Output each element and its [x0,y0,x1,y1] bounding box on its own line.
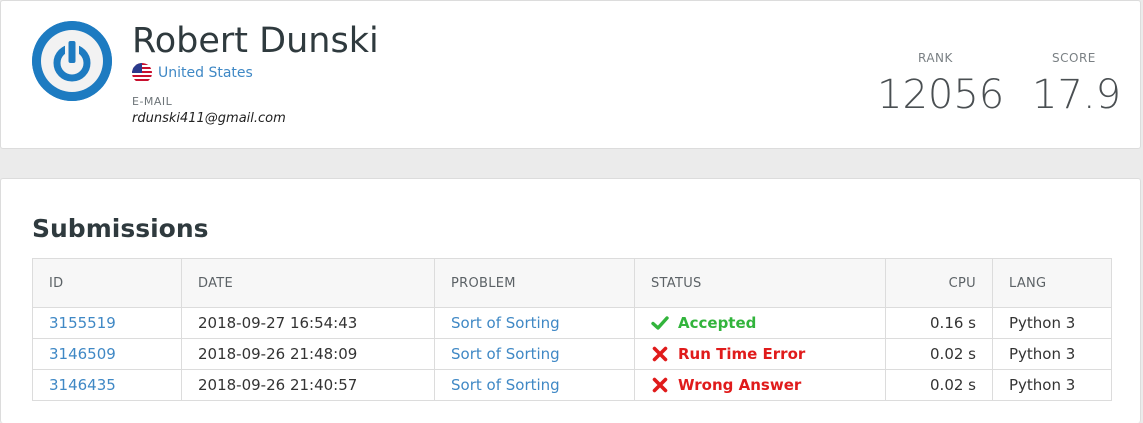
column-header-lang: LANG [992,258,1112,308]
language: Python 3 [992,307,1112,339]
column-header-problem: PROBLEM [434,258,635,308]
cross-icon [652,346,668,362]
table-header-row: ID DATE PROBLEM STATUS CPU LANG [32,258,1112,308]
email-label: E-MAIL [132,95,173,108]
score-value: 17.9 [1032,72,1122,118]
submission-id-link[interactable]: 3155519 [49,314,116,332]
submission-id-link[interactable]: 3146509 [49,345,116,363]
submission-date: 2018-09-26 21:40:57 [181,369,435,401]
profile-name: Robert Dunski [132,21,379,61]
score-label: SCORE [1052,51,1096,65]
cpu-time: 0.16 s [885,307,993,339]
column-header-status: STATUS [634,258,886,308]
status-text: Run Time Error [678,345,806,363]
submission-date: 2018-09-27 16:54:43 [181,307,435,339]
status-text: Accepted [678,314,757,332]
submissions-card: Submissions ID DATE PROBLEM STATUS CPU L… [0,178,1141,423]
status-badge: Accepted [651,314,869,332]
section-title: Submissions [32,214,209,243]
cross-icon [652,377,668,393]
country: United States [132,63,253,83]
rank-value: 12056 [877,72,1005,118]
problem-link[interactable]: Sort of Sorting [451,314,560,332]
cpu-time: 0.02 s [885,369,993,401]
rank-label: RANK [918,51,953,65]
column-header-cpu: CPU [885,258,993,308]
submissions-table: ID DATE PROBLEM STATUS CPU LANG 3155519 … [32,258,1112,401]
cpu-time: 0.02 s [885,338,993,370]
submission-id-link[interactable]: 3146435 [49,376,116,394]
language: Python 3 [992,369,1112,401]
status-text: Wrong Answer [678,376,802,394]
status-badge: Wrong Answer [651,376,869,394]
profile-card: Robert Dunski United States E-MAIL rduns… [0,0,1141,149]
email-value: rdunski411@gmail.com [132,111,286,126]
submission-date: 2018-09-26 21:48:09 [181,338,435,370]
avatar [32,21,112,101]
power-icon [32,21,112,101]
column-header-id: ID [32,258,182,308]
column-header-date: DATE [181,258,435,308]
country-link[interactable]: United States [158,65,253,81]
language: Python 3 [992,338,1112,370]
table-row: 3155519 2018-09-27 16:54:43 Sort of Sort… [32,307,1112,339]
check-icon [651,316,669,330]
status-badge: Run Time Error [651,345,869,363]
us-flag-icon [132,63,152,83]
table-row: 3146509 2018-09-26 21:48:09 Sort of Sort… [32,338,1112,370]
problem-link[interactable]: Sort of Sorting [451,376,560,394]
problem-link[interactable]: Sort of Sorting [451,345,560,363]
table-row: 3146435 2018-09-26 21:40:57 Sort of Sort… [32,369,1112,401]
